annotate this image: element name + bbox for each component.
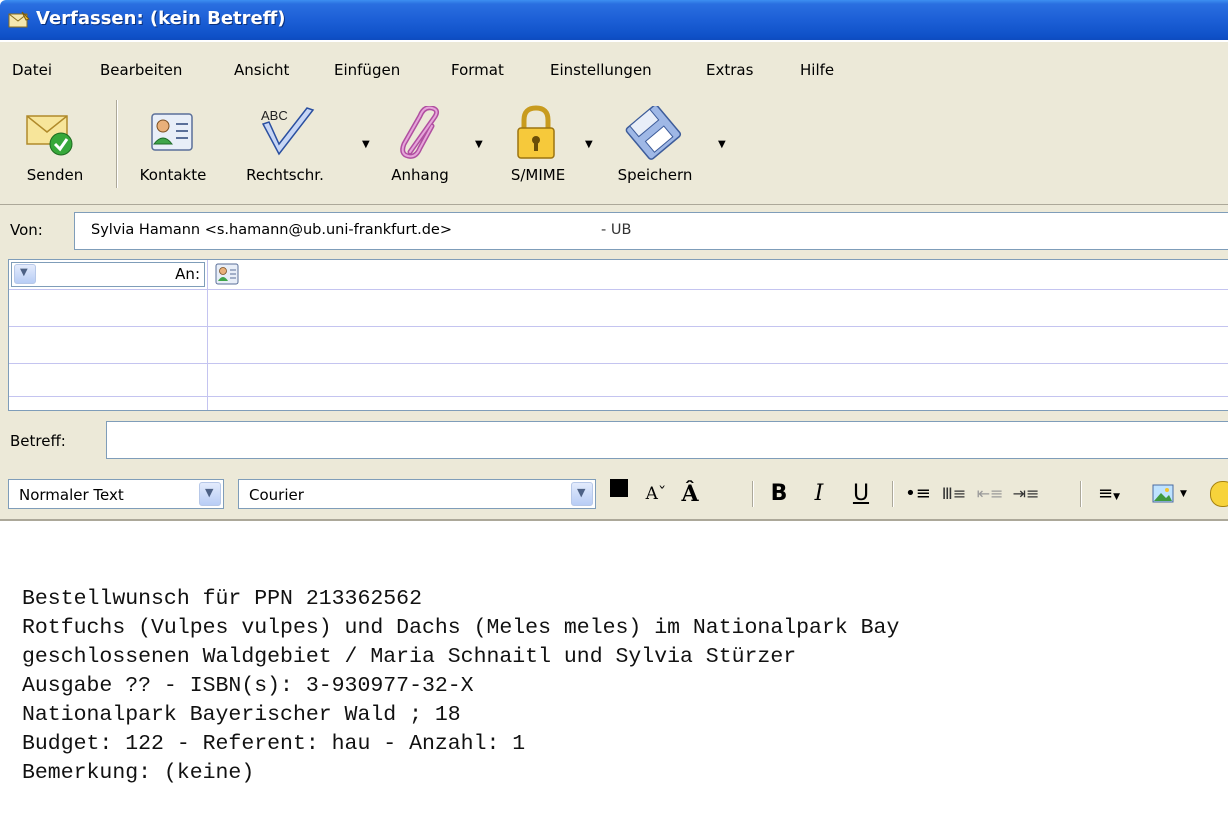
attach-dropdown-icon[interactable]: ▼: [475, 139, 483, 150]
from-field[interactable]: Sylvia Hamann <s.hamann@ub.uni-frankfurt…: [74, 212, 1228, 250]
from-value: Sylvia Hamann <s.hamann@ub.uni-frankfurt…: [91, 222, 452, 238]
paragraph-style-dropdown-icon[interactable]: ▼: [199, 482, 221, 506]
font-dropdown-icon[interactable]: ▼: [571, 482, 593, 506]
insert-dropdown-icon[interactable]: ▼: [1180, 489, 1187, 499]
paperclip-icon: [400, 106, 440, 159]
from-label: Von:: [10, 221, 43, 239]
recipient-list[interactable]: ▼ An:: [8, 259, 1228, 411]
text-color-swatch: [610, 479, 628, 497]
save-dropdown-icon[interactable]: ▼: [718, 139, 726, 150]
font-select[interactable]: Courier ▼: [238, 479, 596, 509]
body-line: Bestellwunsch für PPN 213362562: [22, 587, 422, 611]
body-line: geschlossenen Waldgebiet / Maria Schnait…: [22, 645, 797, 669]
from-suffix: - UB: [601, 222, 632, 238]
format-separator: [752, 481, 754, 507]
subject-label: Betreff:: [10, 432, 66, 450]
menu-format[interactable]: Format: [451, 61, 504, 79]
body-line: Ausgabe ?? - ISBN(s): 3-930977-32-X: [22, 674, 474, 698]
format-separator: [892, 481, 894, 507]
spellcheck-icon-text: ABC: [261, 108, 288, 123]
body-line: Bemerkung: (keine): [22, 761, 255, 785]
format-separator: [1080, 481, 1082, 507]
paragraph-style-value: Normaler Text: [19, 486, 124, 504]
send-mail-icon: [26, 115, 73, 156]
larger-font-button[interactable]: Â: [674, 479, 706, 509]
spelling-dropdown-icon[interactable]: ▼: [362, 139, 370, 150]
outdent-icon[interactable]: ⇤≡: [974, 479, 1006, 509]
bold-button[interactable]: B: [764, 479, 794, 509]
title-bar[interactable]: Verfassen: (kein Betreff): [0, 0, 1228, 40]
formatting-toolbar: Normaler Text ▼ Courier ▼ Aˇ Â B I U •≡…: [0, 469, 1228, 521]
body-line: Rotfuchs (Vulpes vulpes) und Dachs (Mele…: [22, 616, 900, 640]
bullet-list-icon[interactable]: •≡: [902, 479, 934, 509]
message-body-editor[interactable]: Bestellwunsch für PPN 213362562 Rotfuchs…: [0, 522, 1228, 837]
indent-icon[interactable]: ⇥≡: [1010, 479, 1042, 509]
text-color-button[interactable]: [606, 477, 636, 509]
send-button[interactable]: Senden: [10, 100, 100, 196]
smime-button[interactable]: S/MIME: [488, 100, 588, 196]
body-line: Nationalpark Bayerischer Wald ; 18: [22, 703, 461, 727]
recipient-contact-icon[interactable]: [215, 263, 239, 285]
toolbar-separator: [116, 100, 118, 188]
recipient-type-select[interactable]: ▼ An:: [11, 262, 205, 287]
save-disk-icon: [625, 106, 682, 160]
smiley-icon[interactable]: [1210, 481, 1228, 507]
save-label: Speichern: [617, 166, 693, 184]
grid-line: [9, 289, 1228, 290]
send-label: Senden: [26, 166, 84, 184]
underline-button[interactable]: U: [846, 479, 876, 509]
window-title: Verfassen: (kein Betreff): [36, 8, 286, 29]
recipient-type-dropdown-icon[interactable]: ▼: [14, 264, 36, 284]
grid-line: [9, 396, 1228, 397]
spellcheck-icon: ABC: [261, 107, 315, 156]
save-button[interactable]: Speichern: [600, 100, 710, 196]
smime-label: S/MIME: [510, 166, 566, 184]
grid-line: [9, 326, 1228, 327]
subject-input[interactable]: [106, 421, 1228, 459]
body-line: Budget: 122 - Referent: hau - Anzahl: 1: [22, 732, 526, 756]
attach-label: Anhang: [391, 166, 449, 184]
menu-ansicht[interactable]: Ansicht: [234, 61, 289, 79]
smaller-font-button[interactable]: Aˇ: [640, 479, 672, 509]
menu-einfuegen[interactable]: Einfügen: [334, 61, 400, 79]
grid-column-divider: [207, 260, 208, 410]
compose-window-icon: [8, 11, 30, 28]
italic-button[interactable]: I: [804, 479, 834, 509]
menu-bar: Datei Bearbeiten Ansicht Einfügen Format…: [0, 42, 1228, 95]
grid-line: [9, 363, 1228, 364]
menu-einstellungen[interactable]: Einstellungen: [550, 61, 652, 79]
font-value: Courier: [249, 486, 304, 504]
contacts-icon: [151, 113, 193, 151]
menu-datei[interactable]: Datei: [12, 61, 52, 79]
contacts-label: Kontakte: [139, 166, 207, 184]
menu-hilfe[interactable]: Hilfe: [800, 61, 834, 79]
attach-button[interactable]: Anhang: [370, 100, 470, 196]
lock-icon: [517, 105, 555, 159]
paragraph-style-select[interactable]: Normaler Text ▼: [8, 479, 224, 509]
contacts-button[interactable]: Kontakte: [128, 100, 218, 196]
spelling-button[interactable]: ABC Rechtschr.: [230, 100, 340, 196]
numbered-list-icon[interactable]: Ⅲ≡: [938, 479, 970, 509]
menu-extras[interactable]: Extras: [706, 61, 753, 79]
insert-image-icon[interactable]: [1152, 483, 1176, 505]
smime-dropdown-icon[interactable]: ▼: [585, 139, 593, 150]
spelling-label: Rechtschr.: [246, 166, 324, 184]
main-toolbar: Senden Kontakte ABC Rechtschr. ▼ Anhang …: [0, 94, 1228, 205]
align-icon[interactable]: ≡▼: [1090, 479, 1128, 509]
recipient-type-label: An:: [175, 265, 200, 283]
menu-bearbeiten[interactable]: Bearbeiten: [100, 61, 182, 79]
